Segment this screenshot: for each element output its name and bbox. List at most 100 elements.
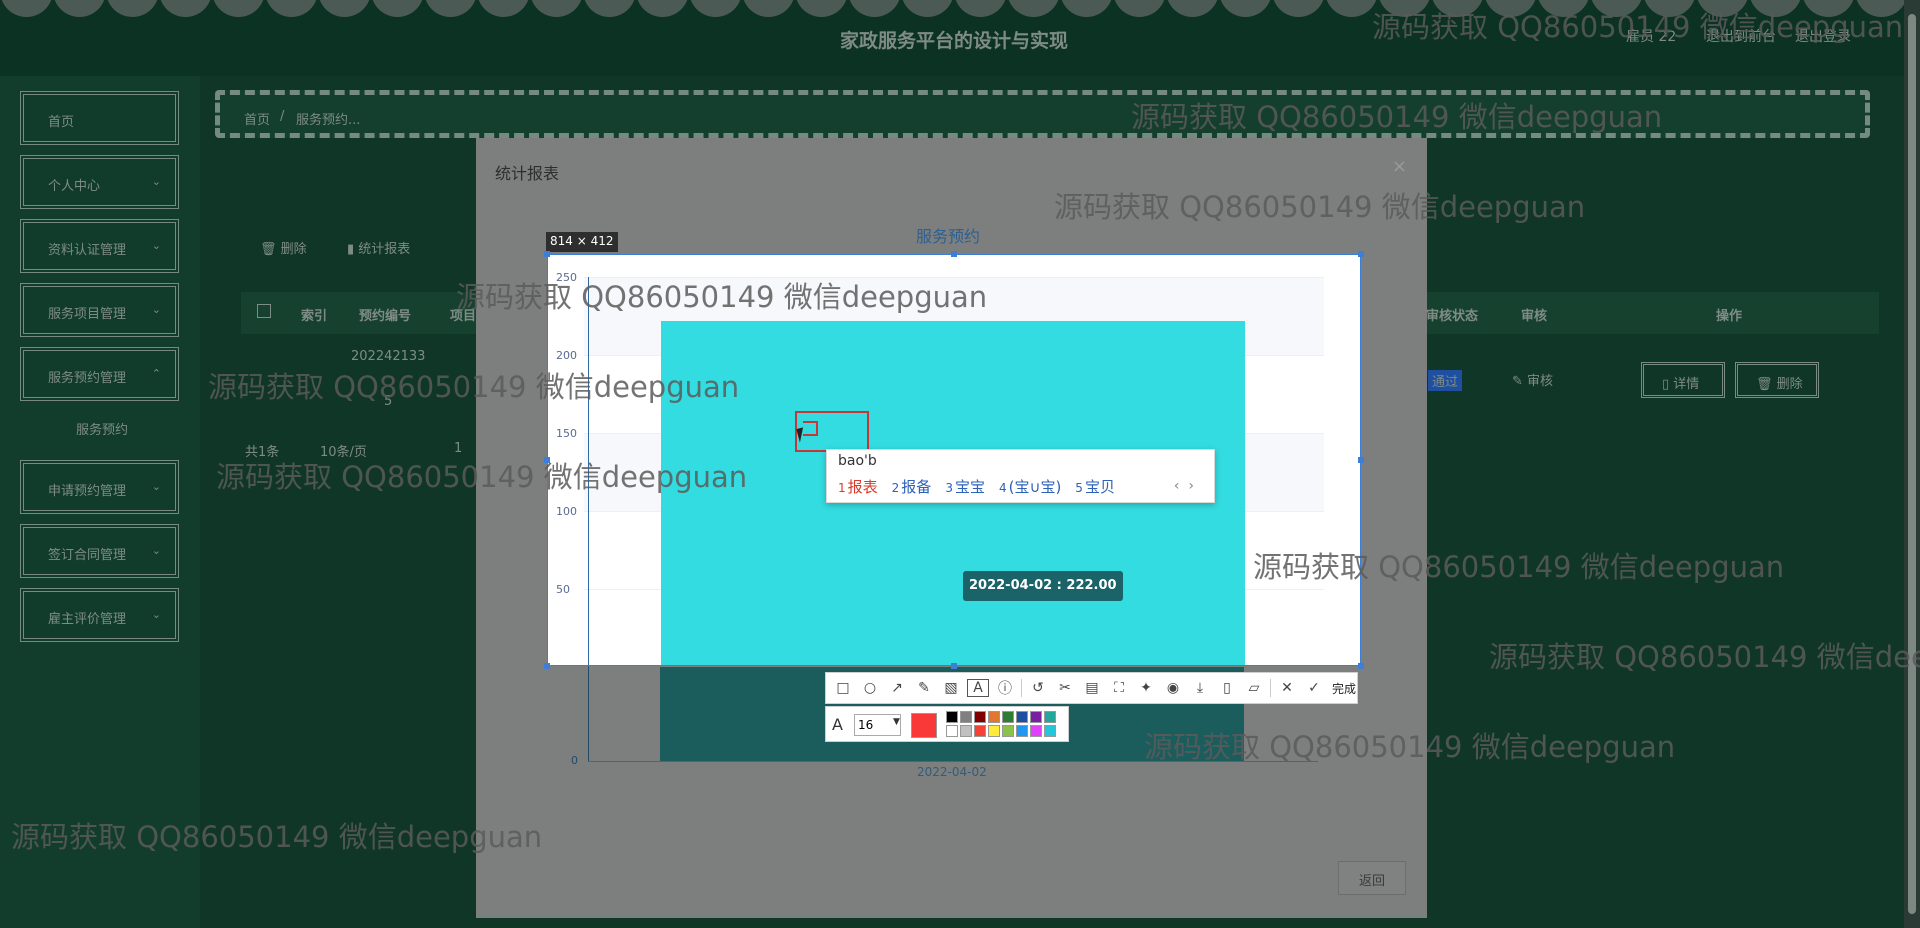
- pencil-icon[interactable]: ✎: [913, 680, 935, 696]
- current-color-swatch[interactable]: [911, 713, 937, 738]
- scallop-shape: [795, 0, 848, 17]
- scallop-shape: [901, 0, 954, 17]
- sidebar-subitem-service-booking[interactable]: 服务预约: [76, 419, 128, 438]
- color-swatch[interactable]: [960, 711, 972, 723]
- ime-candidate[interactable]: 3 宝宝: [945, 476, 985, 497]
- scallop-shape: [477, 0, 530, 17]
- row-delete-button[interactable]: 🗑 删除: [1735, 362, 1819, 398]
- sidebar-item-apply-booking[interactable]: 申请预约管理 ⌄: [20, 460, 179, 514]
- chevron-right-icon[interactable]: ›: [1188, 478, 1194, 494]
- chevron-up-icon: ⌃: [151, 367, 161, 380]
- color-swatch[interactable]: [1016, 725, 1028, 737]
- sidebar-item-contracts[interactable]: 签订合同管理 ⌄: [20, 524, 179, 578]
- return-button[interactable]: 返回: [1338, 861, 1406, 895]
- resize-handle[interactable]: [951, 663, 957, 669]
- divider: [1021, 679, 1022, 697]
- check-icon[interactable]: ✓: [1303, 680, 1325, 696]
- watermark: 源码获取 QQ86050149 微信deepguan: [456, 280, 988, 314]
- ellipse-icon[interactable]: ○: [859, 680, 881, 696]
- site-title: 家政服务平台的设计与实现: [840, 30, 1069, 52]
- phone-icon[interactable]: ▯: [1216, 680, 1238, 696]
- resize-handle[interactable]: [951, 251, 957, 257]
- pin-icon[interactable]: ✦: [1135, 680, 1157, 696]
- sidebar-item-service-items[interactable]: 服务项目管理 ⌄: [20, 283, 179, 337]
- scroll-capture-icon[interactable]: ⛶: [1108, 680, 1130, 696]
- audit-link-label: 审核: [1527, 374, 1554, 389]
- color-swatch[interactable]: [974, 711, 986, 723]
- text-tool-icon[interactable]: A: [967, 679, 989, 697]
- scissors-icon[interactable]: ✂: [1054, 680, 1076, 696]
- stats-report-button[interactable]: ▮ 统计报表: [347, 238, 410, 257]
- color-swatch[interactable]: [988, 725, 1000, 737]
- number-marker-icon[interactable]: ⓘ: [994, 678, 1016, 698]
- sidebar-item-personal-center[interactable]: 个人中心 ⌄: [20, 155, 179, 209]
- breadcrumb-home[interactable]: 首页: [244, 109, 270, 128]
- color-swatch[interactable]: [1002, 725, 1014, 737]
- color-swatch[interactable]: [974, 725, 986, 737]
- x-tick-label: 2022-04-02: [917, 765, 987, 779]
- close-icon[interactable]: ×: [1392, 156, 1407, 177]
- color-swatch[interactable]: [1030, 711, 1042, 723]
- divider: [1270, 679, 1271, 697]
- mosaic-icon[interactable]: ▧: [940, 680, 962, 696]
- scallop-shape: [106, 0, 159, 17]
- record-icon[interactable]: ◉: [1162, 680, 1184, 696]
- watermark: 源码获取 QQ86050149 微信deepguan: [208, 370, 740, 404]
- download-icon[interactable]: ⤓: [1189, 680, 1211, 696]
- chevron-left-icon[interactable]: ‹: [1174, 478, 1180, 494]
- trash-icon: 🗑: [260, 242, 281, 257]
- bar-chart-icon: ▮: [347, 242, 359, 257]
- ime-candidate[interactable]: 2 报备: [892, 476, 932, 497]
- candidate-text: 宝贝: [1084, 478, 1115, 496]
- bookmark-icon[interactable]: ▱: [1243, 680, 1265, 696]
- arrow-icon[interactable]: ↗: [886, 680, 908, 696]
- chevron-down-icon: ⌄: [151, 239, 161, 252]
- resize-handle[interactable]: [544, 251, 550, 257]
- sidebar-item-certification[interactable]: 资料认证管理 ⌄: [20, 219, 179, 273]
- color-swatch[interactable]: [1044, 725, 1056, 737]
- sidebar-item-employer-reviews[interactable]: 雇主评价管理 ⌄: [20, 588, 179, 642]
- delete-button[interactable]: 🗑 删除: [260, 238, 307, 257]
- resize-handle[interactable]: [1358, 663, 1364, 669]
- scallop-shape: [265, 0, 318, 17]
- stats-button-label: 统计报表: [358, 242, 411, 257]
- close-icon[interactable]: ✕: [1276, 680, 1298, 696]
- sidebar-item-home[interactable]: 首页: [20, 91, 179, 145]
- color-swatch[interactable]: [960, 725, 972, 737]
- color-swatch[interactable]: [946, 711, 958, 723]
- scallop-shape: [371, 0, 424, 17]
- rectangle-icon[interactable]: □: [832, 680, 854, 696]
- resize-handle[interactable]: [1358, 457, 1364, 463]
- column-header: 审核状态: [1426, 309, 1479, 324]
- color-swatch[interactable]: [946, 725, 958, 737]
- done-button[interactable]: 完成: [1330, 680, 1356, 697]
- ocr-icon[interactable]: ▤: [1081, 680, 1103, 696]
- color-swatch[interactable]: [1016, 711, 1028, 723]
- detail-button[interactable]: ▯ 详情: [1641, 362, 1725, 398]
- audit-link[interactable]: ✎ 审核: [1512, 370, 1553, 389]
- chevron-down-icon[interactable]: ▼: [893, 717, 900, 727]
- color-swatch[interactable]: [1002, 711, 1014, 723]
- ime-candidate[interactable]: 5 宝贝: [1075, 476, 1115, 497]
- scrollbar-thumb[interactable]: [1908, 14, 1916, 914]
- candidate-index: 3: [945, 481, 953, 495]
- scallop-shape: [848, 0, 901, 17]
- ime-candidate[interactable]: 1 报表: [838, 476, 878, 497]
- sidebar-item-service-booking[interactable]: 服务预约管理 ⌃: [20, 347, 179, 401]
- scallop-shape: [1272, 0, 1325, 17]
- selection-size-readout: 814 × 412: [546, 232, 618, 252]
- ime-candidate[interactable]: 4 (宝∪宝): [999, 476, 1061, 497]
- resize-handle[interactable]: [544, 663, 550, 669]
- color-swatch[interactable]: [988, 711, 1000, 723]
- ime-page-nav[interactable]: ‹ ›: [1174, 478, 1194, 494]
- color-swatch[interactable]: [1044, 711, 1056, 723]
- color-swatch[interactable]: [1030, 725, 1042, 737]
- sidebar-item-label: 签订合同管理: [48, 548, 127, 563]
- select-all-checkbox[interactable]: [257, 304, 271, 318]
- page-scrollbar[interactable]: [1904, 0, 1920, 928]
- resize-handle[interactable]: [1358, 251, 1364, 257]
- scallop-shape: [1166, 0, 1219, 17]
- scallop-shape: [212, 0, 265, 17]
- scallop-shape: [954, 0, 1007, 17]
- undo-icon[interactable]: ↺: [1027, 680, 1049, 696]
